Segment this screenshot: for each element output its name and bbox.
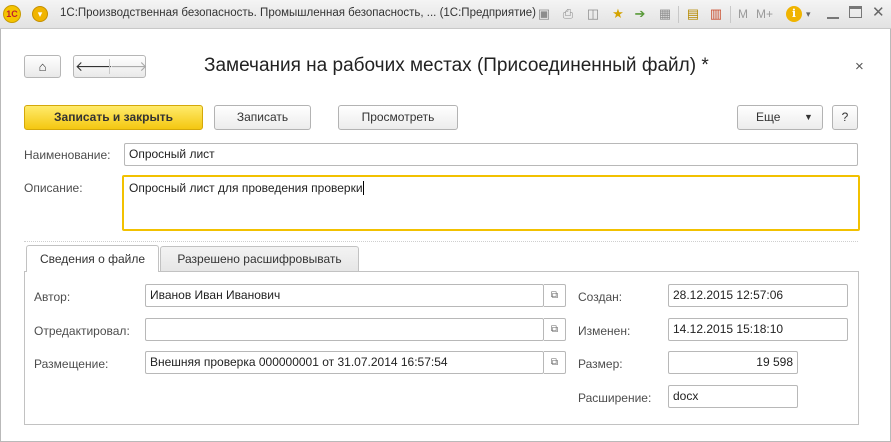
- help-button[interactable]: ?: [832, 105, 858, 130]
- name-field[interactable]: Опросный лист: [124, 143, 858, 166]
- form-close-icon[interactable]: ×: [855, 58, 864, 75]
- print-icon[interactable]: ⎙: [560, 6, 576, 22]
- calendar-icon[interactable]: ▥: [708, 6, 724, 22]
- location-field[interactable]: Внешняя проверка 000000001 от 31.07.2014…: [145, 351, 544, 374]
- section-divider: [24, 241, 858, 242]
- edited-by-open-button[interactable]: ⧉: [544, 318, 566, 341]
- window-title: 1С:Производственная безопасность. Промыш…: [60, 7, 537, 19]
- location-label: Размещение:: [34, 357, 109, 371]
- memory-button[interactable]: M: [738, 7, 748, 21]
- created-label: Создан:: [578, 290, 623, 304]
- text-caret: [362, 181, 364, 195]
- name-label: Наименование:: [24, 148, 111, 162]
- info-dropdown-icon[interactable]: ▾: [806, 9, 811, 20]
- window-close-icon[interactable]: ✕: [872, 3, 885, 21]
- arrow-right-icon: 🡒: [110, 58, 148, 74]
- description-text: Опросный лист для проведения проверки: [129, 181, 363, 195]
- tab-file-info[interactable]: Сведения о файле: [26, 245, 159, 272]
- more-button-label: Еще: [756, 110, 781, 124]
- description-label: Описание:: [24, 181, 83, 195]
- maximize-icon[interactable]: [849, 6, 862, 18]
- more-button[interactable]: Еще ▼: [737, 105, 823, 130]
- author-open-button[interactable]: ⧉: [544, 284, 566, 307]
- save-button[interactable]: Записать: [214, 105, 311, 130]
- forward-button[interactable]: 🡒: [110, 56, 148, 77]
- spreadsheet-icon[interactable]: ▦: [657, 6, 673, 22]
- extension-field: docx: [668, 385, 798, 408]
- extension-label: Расширение:: [578, 391, 652, 405]
- save-and-close-button[interactable]: Записать и закрыть: [24, 105, 203, 130]
- size-label: Размер:: [578, 357, 623, 371]
- memory-plus-button[interactable]: M+: [756, 7, 773, 21]
- open-form-icon: ⧉: [550, 357, 559, 368]
- description-textarea[interactable]: Опросный лист для проведения проверки: [122, 175, 860, 231]
- calculator-icon[interactable]: ▤: [685, 6, 701, 22]
- main-menu-button[interactable]: ▾: [32, 6, 48, 22]
- author-field[interactable]: Иванов Иван Иванович: [145, 284, 544, 307]
- form-title: Замечания на рабочих местах (Присоединен…: [204, 55, 709, 76]
- location-open-button[interactable]: ⧉: [544, 351, 566, 374]
- edited-by-label: Отредактировал:: [34, 324, 130, 338]
- back-button[interactable]: 🡐: [75, 56, 113, 77]
- history-icon[interactable]: ➔: [632, 6, 648, 22]
- app-logo: 1С: [3, 5, 21, 23]
- home-icon: ⌂: [38, 59, 47, 74]
- modified-label: Изменен:: [578, 324, 631, 338]
- minimize-icon[interactable]: [827, 5, 839, 19]
- created-field: 28.12.2015 12:57:06: [668, 284, 848, 307]
- favorite-icon[interactable]: ★: [610, 6, 626, 22]
- toolbar-separator: [730, 6, 731, 23]
- size-field: 19 598: [668, 351, 798, 374]
- home-button[interactable]: ⌂: [24, 55, 61, 78]
- edited-by-field[interactable]: [145, 318, 544, 341]
- view-button[interactable]: Просмотреть: [338, 105, 458, 130]
- info-icon[interactable]: i: [786, 6, 802, 22]
- toolbar-separator: [678, 6, 679, 23]
- preview-icon[interactable]: ◫: [585, 6, 601, 22]
- save-icon[interactable]: ▣: [536, 6, 552, 22]
- arrow-left-icon: 🡐: [75, 58, 113, 74]
- open-form-icon: ⧉: [550, 290, 559, 301]
- modified-field: 14.12.2015 15:18:10: [668, 318, 848, 341]
- author-label: Автор:: [34, 290, 71, 304]
- open-form-icon: ⧉: [550, 324, 559, 335]
- tab-allowed-decrypt[interactable]: Разрешено расшифровывать: [160, 246, 359, 271]
- chevron-down-icon: ▼: [804, 112, 813, 122]
